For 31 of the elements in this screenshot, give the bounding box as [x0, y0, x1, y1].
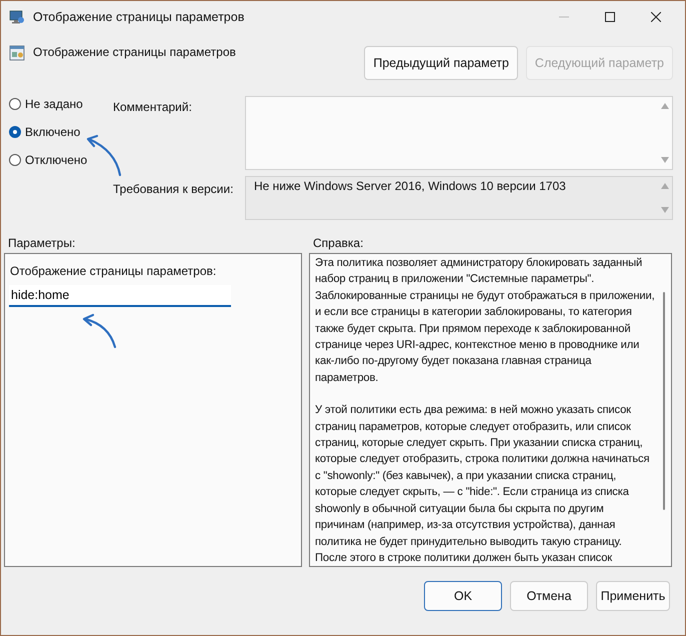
scroll-down-icon[interactable] [661, 207, 669, 213]
radio-label: Включено [25, 125, 80, 139]
requirements-text: Не ниже Windows Server 2016, Windows 10 версии 1703 [253, 178, 567, 195]
radio-option[interactable]: Отключено [9, 152, 113, 168]
scroll-up-icon[interactable] [661, 103, 669, 109]
radio-option[interactable]: Не задано [9, 96, 113, 112]
help-paragraph: У этой политики есть два режима: в ней можно указать список страниц параметров, которые следует отобразить, или список страниц, которые следует скрыть. При указании списка страниц, которые следует отобразить, строка политики должна начинаться с "showonly:" (без кавычек), а при указании списка страниц, которые следует скрыть, — с "hide:". Если страница из списка showonly в обычной ситуации была бы скрыта по другим причинам (например, из-за отсутствия устройства), данная политика не будет принудительно выводить такую страницу. После этого в строке политики должен быть указан список [315, 403, 650, 566]
computer-icon [9, 9, 25, 25]
options-label: Параметры: [8, 236, 76, 252]
maximize-icon[interactable] [605, 12, 615, 22]
radio-option[interactable]: Включено [9, 124, 113, 140]
field-label: Отображение страницы параметров: [9, 264, 218, 278]
close-icon[interactable] [651, 12, 661, 22]
comment-label: Комментарий: [113, 100, 193, 116]
window-title: Отображение страницы параметров [33, 10, 244, 24]
help-paragraph: Эта политика позволяет администратору блокировать заданный набор страниц в приложении "Системные параметры". Заблокированные страницы не будут отображаться в приложении, и если все страницы в категории заблокированы, то категория также будет скрыта. При прямом переходе к заблокированной странице через URI-адрес, контекстное меню в проводнике или как-либо по-другому будет показана главная страница параметров. [315, 256, 655, 386]
dialog-button[interactable]: Применить [596, 581, 670, 611]
policy-icon [9, 45, 25, 61]
radio-label: Отключено [25, 153, 88, 167]
scrollbar[interactable] [663, 292, 665, 510]
scroll-down-icon[interactable] [661, 157, 669, 163]
requirements-label: Требования к версии: [113, 182, 234, 198]
policy-title: Отображение страницы параметров [33, 45, 236, 59]
dialog-button[interactable]: OK [424, 581, 502, 611]
nav-button[interactable]: Предыдущий параметр [364, 46, 518, 80]
help-label: Справка: [313, 236, 364, 252]
dialog-button[interactable]: Отмена [510, 581, 588, 611]
input-field[interactable]: hide:home [9, 285, 231, 307]
comment-field[interactable] [245, 96, 673, 170]
scroll-up-icon[interactable] [661, 183, 669, 189]
radio-label: Не задано [25, 97, 83, 111]
